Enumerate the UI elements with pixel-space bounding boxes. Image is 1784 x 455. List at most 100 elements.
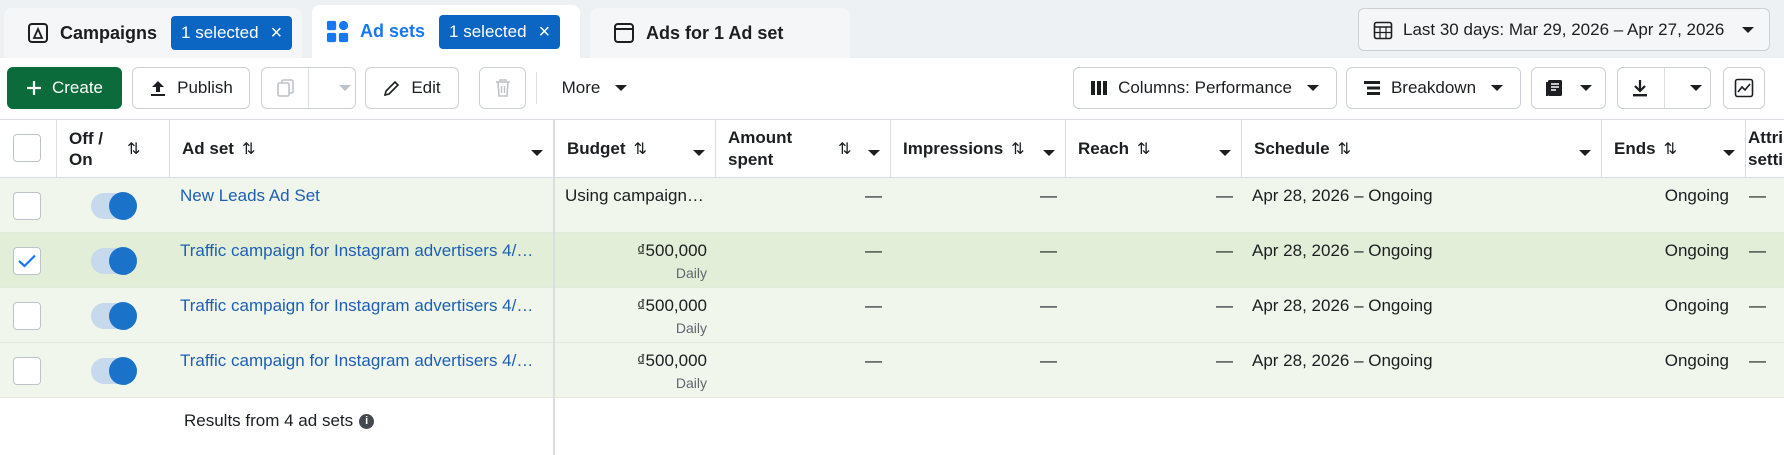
date-range-picker[interactable]: Last 30 days: Mar 29, 2026 – Apr 27, 202… (1358, 8, 1770, 51)
sort-icon[interactable]: ⇅ (1137, 139, 1150, 159)
duplicate-icon (276, 78, 296, 98)
header-impressions[interactable]: Impressions ⇅ (891, 120, 1066, 178)
ends-cell: Ongoing (1602, 288, 1729, 343)
amount-spent-cell: — (716, 288, 882, 343)
budget-cell: ₫500,000 Daily (565, 343, 707, 398)
tab-label: Ads for 1 Ad set (646, 22, 784, 43)
amount-spent-value: — (865, 351, 882, 370)
divider (1664, 68, 1665, 108)
reach-cell: — (1066, 178, 1233, 233)
header-label: Budget (567, 139, 626, 158)
tab-ad-sets[interactable]: Ad sets 1 selected × (312, 5, 580, 58)
line-chart-icon (1734, 78, 1754, 98)
on-off-toggle[interactable] (91, 192, 137, 220)
duplicate-button[interactable] (261, 67, 356, 109)
sort-icon[interactable]: ⇅ (1664, 139, 1677, 159)
chevron-down-icon[interactable] (868, 142, 880, 162)
row-checkbox[interactable] (13, 357, 41, 385)
sort-icon[interactable]: ⇅ (1338, 139, 1351, 159)
budget-value: ₫500,000 (636, 351, 707, 370)
chevron-down-icon[interactable] (338, 83, 352, 93)
header-label: Attribution setting (1748, 128, 1784, 169)
header-label: Off / On (69, 129, 103, 169)
chevron-down-icon (1579, 83, 1593, 93)
row-checkbox-checked[interactable] (13, 247, 41, 275)
header-off-on[interactable]: Off / On ⇅ (57, 120, 170, 178)
edit-button[interactable]: Edit (365, 67, 459, 109)
header-ad-set[interactable]: Ad set ⇅ (170, 120, 554, 178)
more-button[interactable]: More (549, 67, 641, 109)
reach-value: — (1216, 296, 1233, 315)
chevron-down-icon (1490, 83, 1504, 93)
table-row[interactable]: Traffic campaign for Instagram advertise… (0, 233, 1784, 288)
impressions-value: — (1040, 296, 1057, 315)
row-checkbox[interactable] (13, 192, 41, 220)
clear-selection-button[interactable]: × (271, 23, 283, 43)
budget-cell: ₫500,000 Daily (565, 288, 707, 343)
table-row[interactable]: Traffic campaign for Instagram advertise… (0, 288, 1784, 343)
schedule-value: Apr 28, 2026 – Ongoing (1252, 296, 1433, 315)
trash-icon (494, 78, 512, 98)
schedule-value: Apr 28, 2026 – Ongoing (1252, 351, 1433, 370)
sort-icon[interactable]: ⇅ (242, 139, 255, 159)
header-schedule[interactable]: Schedule ⇅ (1242, 120, 1602, 178)
ends-cell: Ongoing (1602, 343, 1729, 398)
tab-campaigns[interactable]: Campaigns 1 selected × (4, 8, 302, 58)
chevron-down-icon[interactable] (1723, 142, 1735, 162)
select-all-checkbox[interactable] (13, 134, 41, 162)
clear-selection-button[interactable]: × (539, 22, 551, 42)
chevron-down-icon[interactable] (693, 142, 705, 162)
plus-icon (26, 80, 42, 96)
ad-set-name-link[interactable]: Traffic campaign for Instagram advertise… (180, 351, 542, 406)
sort-icon[interactable]: ⇅ (1011, 139, 1024, 159)
reports-button[interactable] (1531, 67, 1606, 109)
header-budget[interactable]: Budget ⇅ (555, 120, 716, 178)
amount-spent-value: — (865, 296, 882, 315)
create-button[interactable]: Create (7, 67, 122, 109)
publish-button[interactable]: Publish (132, 67, 250, 109)
chevron-down-icon[interactable] (1219, 142, 1231, 162)
tab-ads[interactable]: Ads for 1 Ad set (590, 8, 850, 58)
info-icon[interactable]: i (359, 413, 375, 429)
header-reach[interactable]: Reach ⇅ (1066, 120, 1242, 178)
chevron-down-icon[interactable] (1043, 142, 1055, 162)
export-button[interactable] (1617, 67, 1711, 109)
amount-spent-value: — (865, 186, 882, 205)
budget-value: ₫500,000 (636, 241, 707, 260)
header-ends[interactable]: Ends ⇅ (1602, 120, 1746, 178)
impressions-cell: — (891, 343, 1057, 398)
delete-button[interactable] (479, 67, 526, 109)
on-off-toggle[interactable] (91, 247, 137, 275)
charts-button[interactable] (1723, 67, 1765, 109)
report-icon (1545, 78, 1565, 98)
chevron-down-icon[interactable] (1689, 83, 1703, 93)
chevron-down-icon[interactable] (1579, 142, 1591, 162)
header-amount-spent[interactable]: Amount spent ⇅ (716, 120, 891, 178)
publish-label: Publish (177, 78, 233, 97)
impressions-cell: — (891, 233, 1057, 288)
upload-icon (149, 79, 167, 97)
divider (308, 68, 309, 108)
budget-period: Daily (675, 265, 707, 281)
on-off-toggle[interactable] (91, 302, 137, 330)
breakdown-button[interactable]: Breakdown (1346, 67, 1521, 109)
sort-icon[interactable]: ⇅ (127, 139, 140, 159)
header-attribution-setting[interactable]: Attribution setting (1746, 120, 1784, 178)
pencil-icon (383, 79, 401, 97)
window-icon (612, 21, 636, 45)
amount-spent-cell: — (716, 178, 882, 233)
table-row[interactable]: Traffic campaign for Instagram advertise… (0, 343, 1784, 398)
sort-icon[interactable]: ⇅ (838, 139, 851, 159)
columns-label: Columns: Performance (1118, 78, 1292, 97)
on-off-toggle[interactable] (91, 357, 137, 385)
budget-period: Daily (675, 375, 707, 391)
sort-icon[interactable]: ⇅ (634, 139, 647, 159)
checkmark-icon (18, 254, 36, 268)
table-row[interactable]: New Leads Ad Set Using campaign… — — — A… (0, 178, 1784, 233)
impressions-value: — (1040, 241, 1057, 260)
columns-button[interactable]: Columns: Performance (1073, 67, 1337, 109)
budget-value: Using campaign… (565, 186, 704, 205)
chevron-down-icon[interactable] (531, 142, 543, 162)
row-checkbox[interactable] (13, 302, 41, 330)
header-select-all-cell (0, 120, 57, 178)
